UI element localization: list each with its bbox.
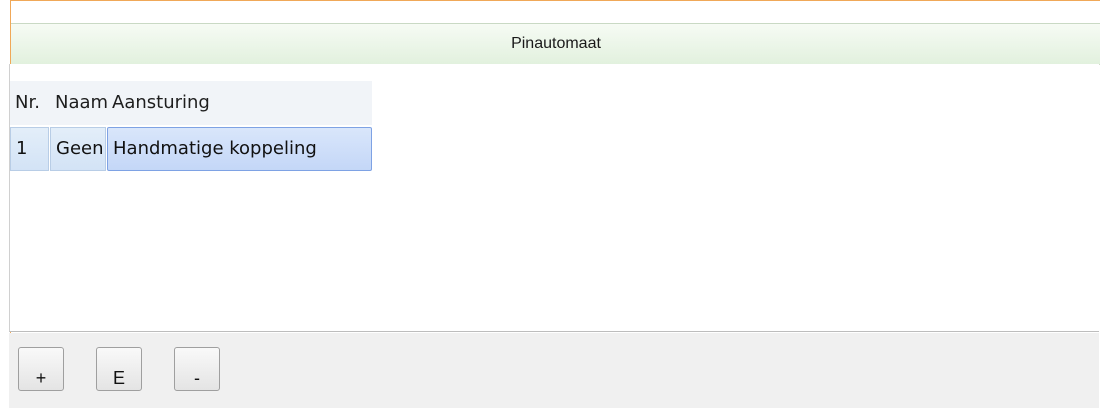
pinautomaat-table[interactable]: Nr. Naam Aansturing 1 Geen Handmatige ko…: [9, 64, 1099, 332]
panel-header: Pinautomaat: [11, 23, 1100, 65]
add-button[interactable]: +: [18, 347, 64, 391]
remove-button[interactable]: -: [174, 347, 220, 391]
cell-nr[interactable]: 1: [10, 127, 49, 171]
table-row[interactable]: 1 Geen Handmatige koppeling: [10, 127, 373, 171]
button-bar: + E -: [9, 333, 1099, 408]
column-header-aansturing[interactable]: Aansturing: [107, 81, 372, 125]
edit-button[interactable]: E: [96, 347, 142, 391]
column-header-nr[interactable]: Nr.: [10, 81, 50, 125]
column-header-naam[interactable]: Naam: [50, 81, 108, 125]
table-header-row: Nr. Naam Aansturing: [10, 81, 372, 125]
panel-title: Pinautomaat: [511, 35, 601, 52]
cell-aansturing[interactable]: Handmatige koppeling: [107, 127, 372, 171]
cell-naam[interactable]: Geen: [50, 127, 106, 171]
